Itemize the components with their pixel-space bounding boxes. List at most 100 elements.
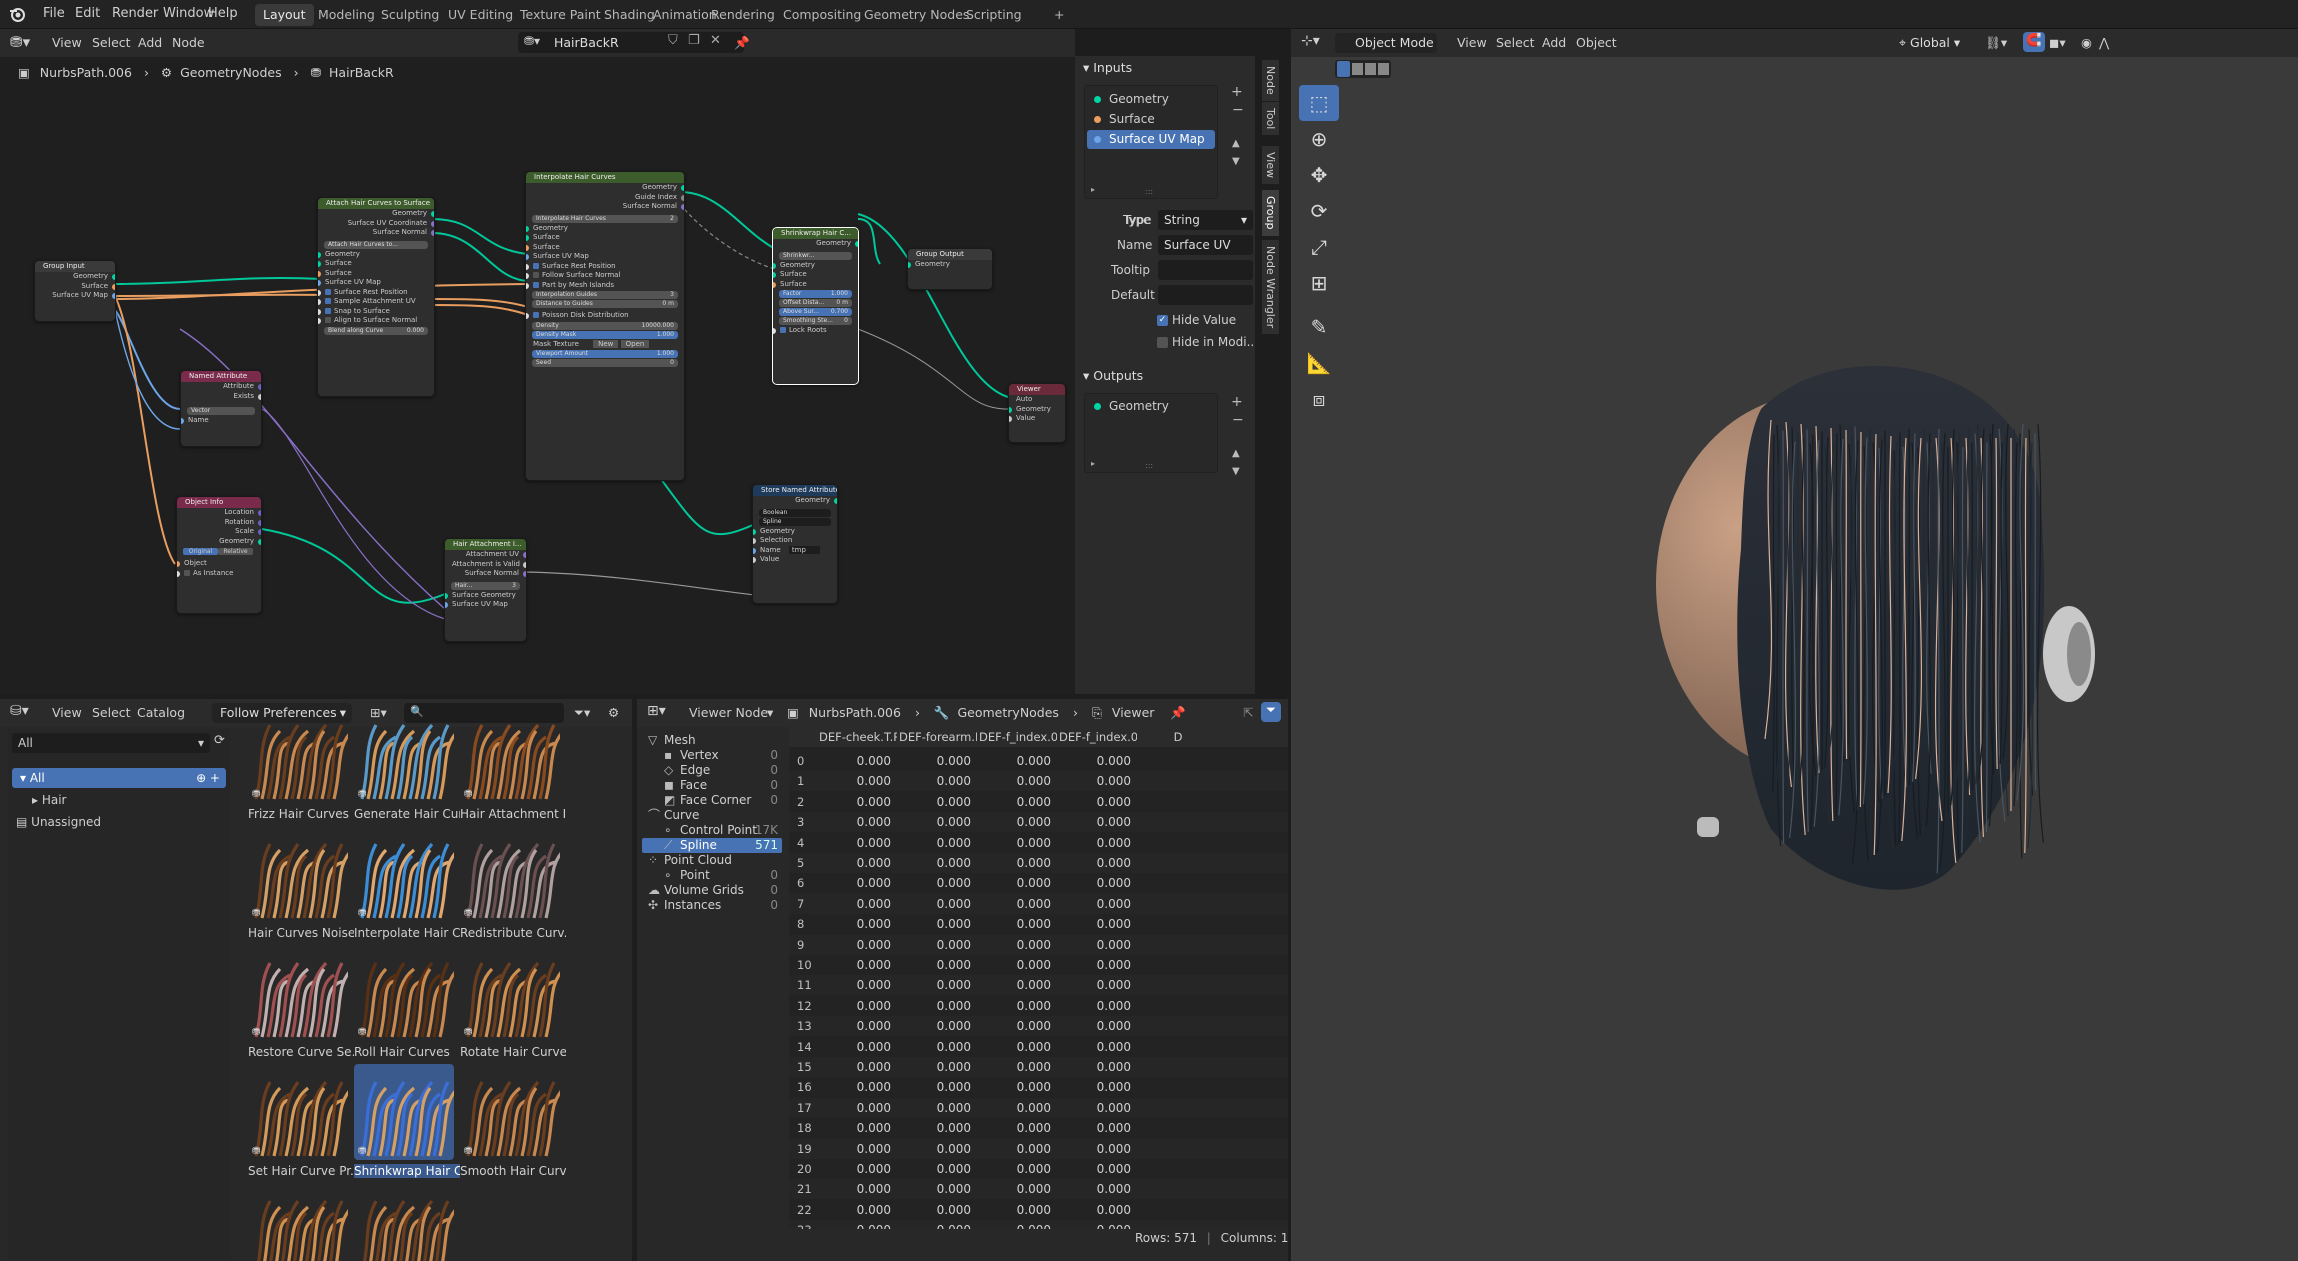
node-input[interactable]: Surface bbox=[773, 280, 858, 290]
list-expand-icon[interactable]: ▸ bbox=[1091, 185, 1095, 194]
guides-field[interactable]: Interpolation Guides 3 bbox=[532, 291, 678, 299]
filter-icon[interactable]: ⏷ bbox=[1261, 702, 1281, 722]
offset-field[interactable]: Offset Dista... 0 m bbox=[779, 299, 852, 307]
pin-icon[interactable]: 📌 bbox=[1170, 705, 1186, 720]
node-group-selector[interactable]: Hair... 3 bbox=[451, 581, 520, 590]
asset-item[interactable]: ⛃Straighten Hair C... bbox=[248, 1183, 348, 1261]
node-option[interactable]: Follow Surface Normal bbox=[526, 271, 684, 281]
column-header[interactable]: DEF-f_index.02.R bbox=[1059, 730, 1137, 744]
node-input[interactable]: Surface UV Map bbox=[318, 278, 434, 288]
node-output[interactable]: Guide Index bbox=[526, 193, 684, 203]
asset-select-menu[interactable]: Select bbox=[92, 705, 131, 720]
domain-item-mesh[interactable]: ▽ Mesh bbox=[642, 733, 782, 748]
sidebar-tab-group[interactable]: Group bbox=[1262, 190, 1279, 236]
editor-type-icon[interactable]: ⊹▾ bbox=[1301, 33, 1320, 49]
select-menu[interactable]: Select bbox=[1496, 35, 1535, 50]
menu-help[interactable]: Help bbox=[208, 6, 238, 21]
library-dropdown[interactable]: All ▾ bbox=[12, 733, 210, 753]
node-output[interactable]: Attachment UV bbox=[445, 550, 526, 560]
workspace-tab-4[interactable]: Texture Paint bbox=[512, 4, 609, 26]
move-up-button[interactable]: ▲ bbox=[1232, 448, 1240, 459]
viewer-node-toggle[interactable]: Viewer Node bbox=[689, 705, 768, 720]
catalog-item-unassigned[interactable]: ▤ Unassigned bbox=[16, 812, 101, 832]
object-menu[interactable]: Object bbox=[1576, 35, 1617, 50]
asset-view-menu[interactable]: View bbox=[52, 705, 82, 720]
node-input[interactable]: Surface UV Map bbox=[526, 252, 684, 262]
node-output[interactable]: Geometry bbox=[753, 496, 837, 506]
object-info-node[interactable]: Object Info Location Rotation Scale Geom… bbox=[176, 496, 262, 614]
hair-attachment-node[interactable]: Hair Attachment I... Attachment UV Attac… bbox=[444, 538, 527, 642]
node-input[interactable]: Surface bbox=[526, 233, 684, 243]
domain-item-instances[interactable]: ✣ Instances 0 bbox=[642, 898, 782, 913]
move-down-button[interactable]: ▼ bbox=[1232, 156, 1240, 167]
menu-edit[interactable]: Edit bbox=[75, 6, 100, 21]
group-input-item[interactable]: Geometry bbox=[1087, 90, 1215, 109]
add-cube-tool-icon[interactable]: ⧈ bbox=[1299, 381, 1339, 417]
asset-settings-icon[interactable]: ⚙ bbox=[608, 705, 619, 720]
move-tool-icon[interactable]: ✥ bbox=[1299, 157, 1339, 193]
node-output[interactable]: Geometry bbox=[773, 239, 858, 249]
interpolate-hair-node[interactable]: Interpolate Hair Curves Geometry Guide I… bbox=[525, 171, 685, 481]
asset-item[interactable]: ⛃ Frizz Hair Curves bbox=[248, 707, 349, 825]
node-output[interactable]: Exists bbox=[181, 392, 261, 402]
node-input[interactable]: Geometry bbox=[773, 261, 858, 271]
move-down-button[interactable]: ▼ bbox=[1232, 466, 1240, 477]
refresh-icon[interactable]: ⟳ bbox=[214, 733, 225, 748]
selected-only-icon[interactable]: ⇱ bbox=[1243, 705, 1253, 720]
node-output[interactable]: Surface UV Coordinate bbox=[318, 219, 434, 229]
type-dropdown[interactable]: String ▾ bbox=[1158, 210, 1253, 230]
asset-item[interactable]: ⛃ Interpolate Hair C... bbox=[354, 826, 460, 944]
mask-texture-row[interactable]: Mask Texture New Open bbox=[526, 339, 684, 350]
node-output[interactable]: Surface Normal bbox=[318, 228, 434, 238]
lock-roots-option[interactable]: Lock Roots bbox=[773, 326, 858, 336]
node-input[interactable]: Surface UV Map bbox=[445, 600, 526, 610]
node-output[interactable]: Geometry bbox=[318, 209, 434, 219]
node-input[interactable]: Surface Geometry bbox=[445, 591, 526, 601]
node-output[interactable]: Scale bbox=[177, 527, 261, 537]
sidebar-tab-tool[interactable]: Tool bbox=[1262, 102, 1279, 136]
outputs-panel-header[interactable]: ▾ Outputs bbox=[1083, 368, 1143, 383]
node-input[interactable]: Value bbox=[1009, 414, 1065, 424]
viewer-domain[interactable]: Auto bbox=[1009, 395, 1065, 405]
open-texture-button[interactable]: Open bbox=[620, 339, 650, 348]
asset-item[interactable]: ⛃ Set Hair Curve Pr... bbox=[248, 1064, 354, 1182]
view-menu[interactable]: View bbox=[1457, 35, 1487, 50]
select-extend-icon[interactable] bbox=[1352, 63, 1363, 75]
breadcrumb-viewer[interactable]: Viewer bbox=[1112, 705, 1155, 720]
asset-item[interactable]: ⛃ Rotate Hair Curves bbox=[460, 945, 566, 1063]
node-option[interactable]: Align to Surface Normal bbox=[318, 316, 434, 326]
domain-item-face-corner[interactable]: ◩ Face Corner 0 bbox=[642, 793, 782, 808]
domain-item-edge[interactable]: ◇ Edge 0 bbox=[642, 763, 782, 778]
domain-item-volume-grids[interactable]: ☁ Volume Grids 0 bbox=[642, 883, 782, 898]
shrinkwrap-hair-node[interactable]: Shrinkwrap Hair C... Geometry Shrinkwr..… bbox=[772, 227, 859, 385]
node-output[interactable]: Surface Normal bbox=[445, 569, 526, 579]
attach-hair-node[interactable]: Attach Hair Curves to Surface Geometry S… bbox=[317, 197, 435, 397]
asset-item[interactable]: ⛃ Hair Attachment I... bbox=[460, 707, 566, 825]
column-header[interactable]: DEF-forearm.L.001 bbox=[899, 730, 977, 744]
scale-tool-icon[interactable]: ⤢ bbox=[1299, 229, 1339, 265]
workspace-tab-1[interactable]: Modeling bbox=[310, 4, 383, 26]
node-input[interactable]: As Instance bbox=[177, 569, 261, 579]
viewer-node-dropdown-icon[interactable]: ▾ bbox=[767, 705, 773, 720]
node-option[interactable]: Part by Mesh Islands bbox=[526, 281, 684, 291]
asset-item[interactable]: ⛃ Redistribute Curv... bbox=[460, 826, 566, 944]
add-output-button[interactable]: + bbox=[1231, 394, 1243, 410]
select-box-tool-icon[interactable]: ⬚ bbox=[1299, 85, 1339, 121]
breadcrumb-modifier[interactable]: GeometryNodes bbox=[957, 705, 1058, 720]
measure-tool-icon[interactable]: 📐 bbox=[1299, 345, 1339, 381]
node-output[interactable]: Geometry bbox=[177, 537, 261, 547]
output-surface[interactable]: Surface bbox=[35, 282, 115, 292]
node-input[interactable]: Surface bbox=[318, 269, 434, 279]
data-type-dropdown[interactable]: Boolean bbox=[759, 508, 831, 517]
asset-item[interactable]: ⛃Trim Hair Curves bbox=[354, 1183, 454, 1261]
density-field[interactable]: Density 10000.000 bbox=[532, 321, 678, 330]
node-group-selector[interactable]: Shrinkwr... bbox=[779, 251, 852, 260]
node-output[interactable]: Geometry bbox=[526, 183, 684, 193]
lamp-object[interactable] bbox=[1697, 817, 1719, 837]
output-uvmap[interactable]: Surface UV Map bbox=[35, 291, 115, 301]
annotate-tool-icon[interactable]: ✎ bbox=[1299, 309, 1339, 345]
add-input-button[interactable]: + bbox=[1231, 84, 1243, 100]
asset-item[interactable]: ⛃ Shrinkwrap Hair C... bbox=[354, 1064, 460, 1182]
node-input[interactable]: Geometry bbox=[526, 224, 684, 234]
group-input-item[interactable]: Surface UV Map bbox=[1087, 130, 1215, 149]
